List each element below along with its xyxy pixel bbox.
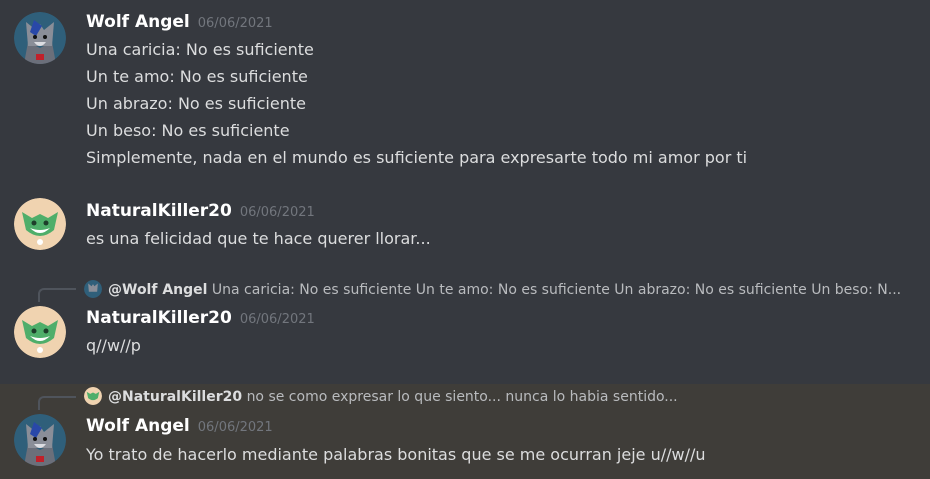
reply-text: Una caricia: No es suficiente Un te amo:… [211,282,902,298]
message-line: q//w//p [86,336,141,355]
message-line: Un te amo: No es suficiente [86,67,308,86]
timestamp: 06/06/2021 [197,420,273,435]
timestamp: 06/06/2021 [239,205,315,220]
natural-killer-avatar-icon[interactable] [14,198,66,250]
reply-text: no se como expresar lo que siento... nun… [246,389,678,405]
username[interactable]: Wolf Angel [86,12,190,32]
natural-killer-avatar-icon[interactable] [14,306,66,358]
wolf-avatar-icon[interactable] [14,414,66,466]
message-line: Simplemente, nada en el mundo es suficie… [86,148,748,167]
message-line: Un beso: No es suficiente [86,121,290,140]
message-line: Yo trato de hacerlo mediante palabras bo… [86,445,706,464]
timestamp: 06/06/2021 [239,312,315,327]
message-line: Una caricia: No es suficiente [86,40,314,59]
reply-mention[interactable]: @NaturalKiller20 [108,389,242,405]
message-line: es una felicidad que te hace querer llor… [86,229,431,248]
reply-mention[interactable]: @Wolf Angel [108,282,207,298]
username[interactable]: NaturalKiller20 [86,308,232,328]
natural-killer-avatar-icon [84,387,102,405]
timestamp: 06/06/2021 [197,16,273,31]
wolf-avatar-icon [84,280,102,298]
wolf-avatar-icon[interactable] [14,12,66,64]
reply-preview[interactable]: @Wolf Angel Una caricia: No es suficient… [84,280,924,298]
reply-spine [38,396,76,410]
username[interactable]: NaturalKiller20 [86,201,232,221]
reply-spine [38,288,76,302]
reply-preview[interactable]: @NaturalKiller20 no se como expresar lo … [84,387,924,405]
username[interactable]: Wolf Angel [86,416,190,436]
message-line: Un abrazo: No es suficiente [86,94,306,113]
